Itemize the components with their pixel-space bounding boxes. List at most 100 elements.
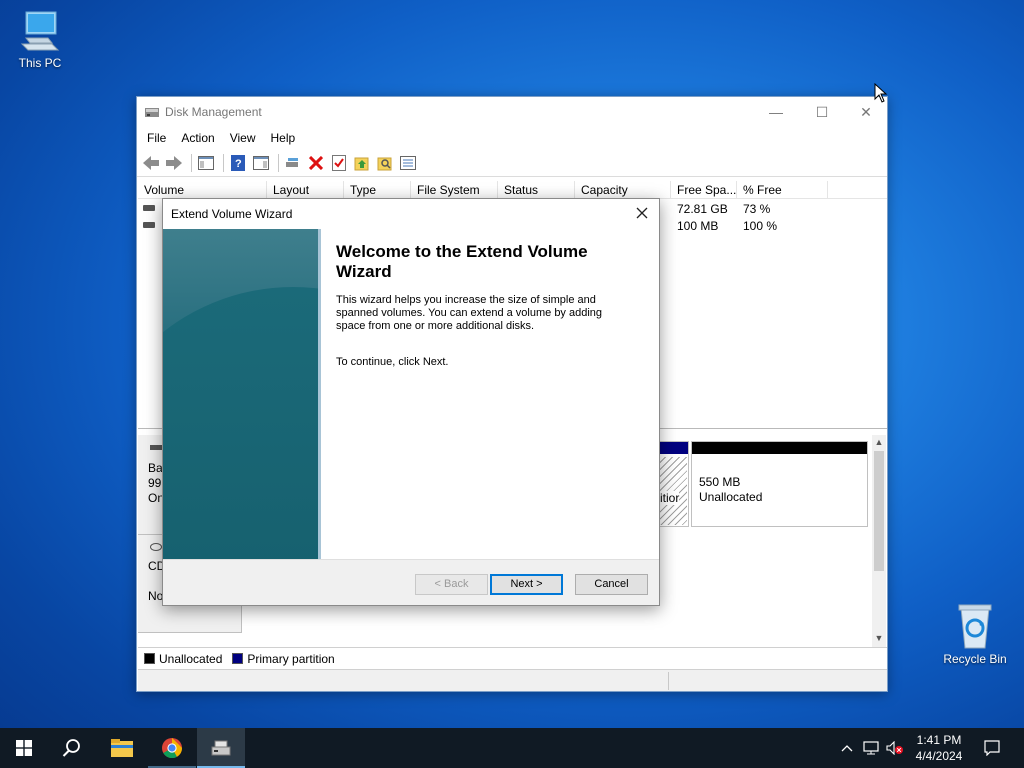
graphical-view-scrollbar[interactable]: ▲ ▼ [872, 435, 886, 647]
folder-up-icon [354, 157, 369, 170]
taskbar-file-explorer[interactable] [98, 728, 146, 768]
toolbar-separator [223, 153, 224, 172]
desktop-icon-this-pc[interactable]: This PC [0, 10, 80, 70]
network-tray-button[interactable] [860, 728, 882, 768]
banner-edge [318, 229, 321, 559]
wizard-description: This wizard helps you increase the size … [336, 294, 603, 332]
disk-icon [150, 445, 162, 450]
maximize-button[interactable]: ☐ [799, 97, 845, 127]
menu-help[interactable]: Help [271, 131, 296, 145]
title-bar[interactable]: Disk Management — ☐ ✕ [137, 97, 887, 127]
volume-tray-button[interactable] [884, 728, 906, 768]
column-layout[interactable]: Layout [267, 181, 344, 198]
toolbar-separator [278, 153, 279, 172]
back-button[interactable] [141, 153, 161, 173]
column-volume[interactable]: Volume [138, 181, 267, 198]
connect-virtual-disk-button[interactable] [283, 153, 303, 173]
column-percent-free[interactable]: % Free [737, 181, 828, 198]
scroll-down-icon[interactable]: ▼ [872, 631, 886, 645]
clock-time: 1:41 PM [916, 733, 962, 747]
wizard-button-bar: < Back Next > Cancel [163, 559, 659, 605]
cdrom-icon [150, 543, 162, 551]
legend-swatch-primary [232, 653, 244, 664]
help-button[interactable]: ? [228, 153, 248, 173]
partition-primary[interactable]: itior [657, 441, 689, 527]
desktop-icon-recycle-bin[interactable]: Recycle Bin [935, 602, 1015, 666]
scroll-thumb[interactable] [874, 451, 884, 571]
column-capacity[interactable]: Capacity [575, 181, 671, 198]
desktop-icon-label: This PC [18, 56, 62, 70]
menu-file[interactable]: File [147, 131, 166, 145]
action-pane-icon [253, 155, 269, 170]
column-file-system[interactable]: File System [411, 181, 498, 198]
minimize-icon: — [769, 104, 783, 120]
cell-free-space: 100 MB [677, 219, 719, 233]
explore-button[interactable] [375, 153, 395, 173]
chrome-icon [162, 738, 183, 759]
column-type[interactable]: Type [344, 181, 411, 198]
cancel-button[interactable]: Cancel [575, 574, 648, 595]
cell-percent-free: 100 % [743, 219, 778, 233]
column-status[interactable]: Status [498, 181, 575, 198]
menu-action[interactable]: Action [181, 131, 214, 145]
wizard-continue-text: To continue, click Next. [336, 356, 449, 368]
taskbar-chrome[interactable] [148, 728, 196, 768]
action-center-button[interactable] [978, 728, 1006, 768]
help-icon: ? [231, 154, 245, 171]
open-button[interactable] [352, 153, 372, 173]
partition-bar-primary [658, 442, 688, 454]
desktop-icon-label: Recycle Bin [943, 652, 1007, 666]
close-icon: ✕ [860, 103, 872, 120]
back-arrow-icon [143, 155, 159, 170]
disk-management-icon [145, 105, 159, 119]
properties-button[interactable] [329, 153, 349, 173]
taskbar: 1:41 PM 4/4/2024 [0, 728, 1024, 768]
folder-search-icon [377, 157, 392, 170]
volume-list-header: Volume Layout Type File System Status Ca… [138, 181, 887, 199]
network-icon [863, 741, 879, 755]
search-button[interactable] [48, 728, 96, 768]
unallocated-label: Unallocated [699, 490, 763, 504]
wizard-banner [163, 229, 321, 559]
delete-button[interactable] [306, 153, 326, 173]
search-icon [62, 739, 80, 757]
show-hidden-icons-button[interactable] [838, 728, 856, 768]
wizard-heading: Welcome to the Extend Volume Wizard [336, 242, 588, 281]
cell-percent-free: 73 % [743, 202, 771, 216]
start-button[interactable] [0, 728, 48, 768]
volume-muted-icon [886, 741, 903, 755]
show-hide-console-tree-button[interactable] [196, 153, 216, 173]
show-hide-action-pane-button[interactable] [251, 153, 271, 173]
partition-bar-unallocated [692, 442, 867, 454]
toolbar: ? [137, 149, 887, 177]
dialog-title: Extend Volume Wizard [171, 207, 293, 221]
column-free-space[interactable]: Free Spa... [671, 181, 737, 198]
taskbar-clock[interactable]: 1:41 PM 4/4/2024 [910, 732, 968, 764]
partition-unallocated[interactable]: 550 MB Unallocated [691, 441, 868, 527]
banner-curve [163, 287, 321, 559]
mouse-cursor-icon [874, 82, 888, 106]
recycle-bin-icon [953, 602, 997, 650]
forward-arrow-icon [166, 155, 182, 170]
legend-swatch-unallocated [144, 653, 155, 664]
taskbar-disk-management[interactable] [197, 728, 245, 768]
clock-date: 4/4/2024 [915, 749, 963, 763]
extend-volume-wizard-dialog: Extend Volume Wizard Welcome to the Exte… [162, 198, 660, 606]
minimize-button[interactable]: — [753, 97, 799, 127]
chevron-up-icon [841, 745, 853, 752]
status-bar-separator [668, 672, 669, 690]
svg-text:?: ? [235, 158, 242, 170]
scroll-up-icon[interactable]: ▲ [872, 435, 886, 449]
delete-x-icon [309, 155, 323, 170]
forward-button[interactable] [164, 153, 184, 173]
list-view-button[interactable] [398, 153, 418, 173]
toolbar-separator [191, 153, 192, 172]
next-button[interactable]: Next > [490, 574, 563, 595]
cell-free-space: 72.81 GB [677, 202, 728, 216]
legend: Unallocated Primary partition [138, 647, 887, 669]
dialog-close-button[interactable] [631, 202, 653, 224]
back-button[interactable]: < Back [415, 574, 488, 595]
disk-connect-icon [286, 157, 298, 167]
menu-view[interactable]: View [230, 131, 256, 145]
list-view-icon [400, 155, 416, 170]
